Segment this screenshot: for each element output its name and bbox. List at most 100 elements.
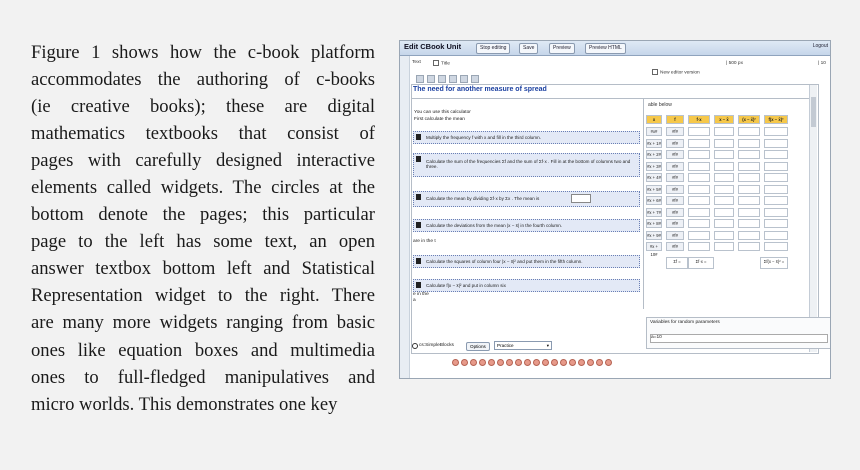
table-input-cell[interactable]	[714, 230, 734, 240]
table-input-cell[interactable]	[688, 207, 710, 217]
table-input-cell[interactable]	[738, 173, 760, 182]
table-input-cell[interactable]	[738, 150, 760, 159]
table-input-cell[interactable]	[714, 127, 734, 136]
mode-radio[interactable]	[412, 343, 418, 349]
table-input-cell[interactable]	[714, 161, 734, 171]
page-circle[interactable]	[578, 359, 585, 366]
table-input-cell[interactable]	[764, 184, 788, 194]
step-box[interactable]: Calculate the sum of the frequencies Σf …	[413, 153, 640, 177]
table-input-cell[interactable]	[714, 184, 734, 194]
page-circle[interactable]	[605, 359, 612, 366]
table-input-cell[interactable]	[688, 150, 710, 159]
table-input-cell[interactable]	[738, 196, 760, 205]
link-icon[interactable]	[449, 75, 457, 83]
table-input-cell[interactable]	[738, 207, 760, 217]
table-input-cell[interactable]	[764, 173, 788, 182]
table-input-cell[interactable]	[764, 138, 788, 148]
logout-link[interactable]: Logout	[813, 43, 828, 49]
page-circle[interactable]	[524, 359, 531, 366]
step-box[interactable]: Calculate the deviations from the mean |…	[413, 219, 640, 232]
table-input-cell[interactable]	[714, 207, 734, 217]
table-input-cell[interactable]	[714, 150, 734, 159]
table-input-cell[interactable]	[764, 127, 788, 136]
table-icon[interactable]	[471, 75, 479, 83]
page-circle[interactable]	[497, 359, 504, 366]
step-box[interactable]: Calculate the squares of column four |x …	[413, 255, 640, 268]
table-input-cell[interactable]	[764, 219, 788, 228]
table-input-cell[interactable]	[738, 242, 760, 251]
page-circle[interactable]	[596, 359, 603, 366]
paragraph-line: are many more widgets ranging from basic	[31, 312, 375, 334]
table-input-cell[interactable]	[688, 242, 710, 251]
page-circle[interactable]	[461, 359, 468, 366]
title-checkbox[interactable]: Title	[433, 60, 450, 66]
mode-select[interactable]: Practice ▾	[494, 341, 552, 350]
step-box[interactable]: Multiply the frequency f with x and fill…	[413, 131, 640, 144]
table-input-cell[interactable]	[764, 161, 788, 171]
scroll-thumb[interactable]	[811, 97, 816, 127]
page-circle[interactable]	[551, 359, 558, 366]
image-icon[interactable]	[460, 75, 468, 83]
table-input-cell[interactable]	[738, 219, 760, 228]
page-circle[interactable]	[488, 359, 495, 366]
preview-html-button[interactable]: Preview HTML	[585, 43, 626, 54]
page-circle[interactable]	[452, 359, 459, 366]
drag-handle-icon[interactable]	[416, 282, 421, 288]
table-input-cell[interactable]	[688, 173, 710, 182]
table-input-cell[interactable]	[738, 127, 760, 136]
variables-input[interactable]: a=10	[650, 334, 828, 343]
table-input-cell[interactable]	[714, 196, 734, 205]
table-input-cell[interactable]	[738, 138, 760, 148]
table-input-cell[interactable]	[764, 230, 788, 240]
table-input-cell[interactable]	[764, 150, 788, 159]
page-circle[interactable]	[533, 359, 540, 366]
table-input-cell[interactable]	[764, 196, 788, 205]
drag-handle-icon[interactable]	[416, 222, 421, 228]
step-box[interactable]: Calculate the mean by dividing Σf·x by Σ…	[413, 191, 640, 207]
paragraph-line: bottom denote the pages; this particular	[31, 204, 375, 226]
table-input-cell[interactable]	[688, 138, 710, 148]
table-input-cell[interactable]	[714, 138, 734, 148]
table-input-cell[interactable]	[764, 242, 788, 251]
new-editor-checkbox[interactable]: New editor version	[652, 69, 700, 75]
italic-icon[interactable]	[427, 75, 435, 83]
table-input-cell[interactable]	[764, 207, 788, 217]
table-input-cell[interactable]	[714, 173, 734, 182]
page-circle[interactable]	[569, 359, 576, 366]
drag-handle-icon[interactable]	[416, 258, 421, 264]
drag-handle-icon[interactable]	[416, 156, 421, 162]
step-box[interactable]: Calculate f|x − x̄|² and put in column s…	[413, 279, 640, 292]
table-input-cell[interactable]	[688, 196, 710, 205]
table-input-cell[interactable]	[738, 184, 760, 194]
table-input-cell[interactable]	[738, 161, 760, 171]
app-title: Edit CBook Unit	[404, 42, 462, 51]
mean-input[interactable]	[571, 194, 591, 203]
table-input-cell[interactable]	[714, 219, 734, 228]
vertical-scrollbar[interactable]	[809, 85, 817, 352]
options-button[interactable]: Options	[466, 342, 490, 351]
table-x-cell: #x + 3#	[646, 161, 662, 171]
page-circle[interactable]	[587, 359, 594, 366]
list-icon[interactable]	[438, 75, 446, 83]
table-input-cell[interactable]	[738, 230, 760, 240]
preview-button[interactable]: Preview	[549, 43, 575, 54]
page-circle[interactable]	[560, 359, 567, 366]
page-navigator	[452, 359, 612, 366]
save-button[interactable]: Save	[519, 43, 539, 54]
bold-icon[interactable]	[416, 75, 424, 83]
page-circle[interactable]	[470, 359, 477, 366]
page-circle[interactable]	[515, 359, 522, 366]
table-input-cell[interactable]	[688, 219, 710, 228]
table-input-cell[interactable]	[688, 184, 710, 194]
drag-handle-icon[interactable]	[416, 134, 421, 140]
page-circle[interactable]	[542, 359, 549, 366]
drag-handle-icon[interactable]	[416, 194, 421, 200]
table-input-cell[interactable]	[688, 230, 710, 240]
table-input-cell[interactable]	[688, 127, 710, 136]
page-circle[interactable]	[506, 359, 513, 366]
stop-editing-button[interactable]: Stop editing	[476, 43, 511, 54]
table-input-cell[interactable]	[714, 242, 734, 251]
table-input-cell[interactable]	[688, 161, 710, 171]
page-circle[interactable]	[479, 359, 486, 366]
statistics-table-widget[interactable]: x f f·x x − x̄ (x − x̄)² f(x − x̄)² #x# #f# #x +…	[646, 115, 810, 303]
